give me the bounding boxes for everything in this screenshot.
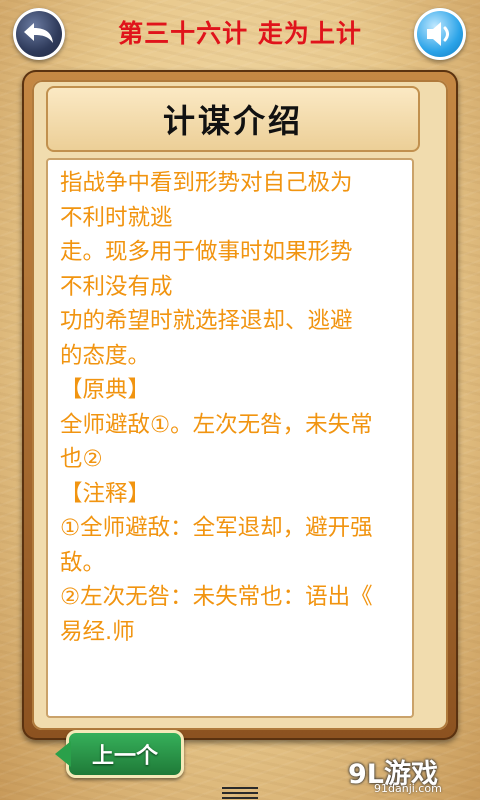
content-line: ①全师避敌：全军退却，避开强 <box>60 515 373 541</box>
content-line: 不利时就逃 <box>60 204 173 231</box>
content-line: 易经.师 <box>60 618 135 645</box>
left-arrow-icon <box>55 741 71 767</box>
content-line: 走。现多用于做事时如果形势 <box>60 239 353 265</box>
content-line: 的态度。 <box>60 342 151 369</box>
sound-button[interactable] <box>414 8 466 60</box>
description-text-area[interactable]: 指战争中看到形势对自己极为 不利时就逃 走。现多用于做事时如果形势 不利没有成 … <box>46 158 414 718</box>
content-frame: 计谋介绍 指战争中看到形势对自己极为 不利时就逃 走。现多用于做事时如果形势 不… <box>22 70 458 740</box>
menu-handle-icon[interactable] <box>222 786 258 800</box>
content-line: 全师避敌①。左次无咎，未失常 <box>60 411 373 438</box>
page-title: 第三十六计 走为上计 <box>118 19 362 48</box>
content-line: 【注释】 <box>60 480 151 507</box>
watermark-logo: 9L游戏 91danji.com <box>348 752 468 796</box>
previous-button-label: 上一个 <box>91 744 158 769</box>
section-header: 计谋介绍 <box>46 86 420 152</box>
content-line: 也② <box>60 446 103 472</box>
content-line: ②左次无咎：未失常也：语出《 <box>60 584 373 610</box>
content-line: 【原典】 <box>60 377 151 403</box>
previous-button[interactable]: 上一个 <box>55 730 184 778</box>
content-line: 指战争中看到形势对自己极为 <box>60 170 353 196</box>
content-line: 不利没有成 <box>60 273 173 300</box>
watermark-sub: 91danji.com <box>374 782 442 795</box>
speaker-icon <box>427 22 449 46</box>
section-title: 计谋介绍 <box>162 102 303 140</box>
header-bar: 第三十六计 走为上计 <box>0 0 480 70</box>
content-line: 敌。 <box>60 549 106 576</box>
content-line: 功的希望时就选择退却、逃避 <box>60 308 353 334</box>
